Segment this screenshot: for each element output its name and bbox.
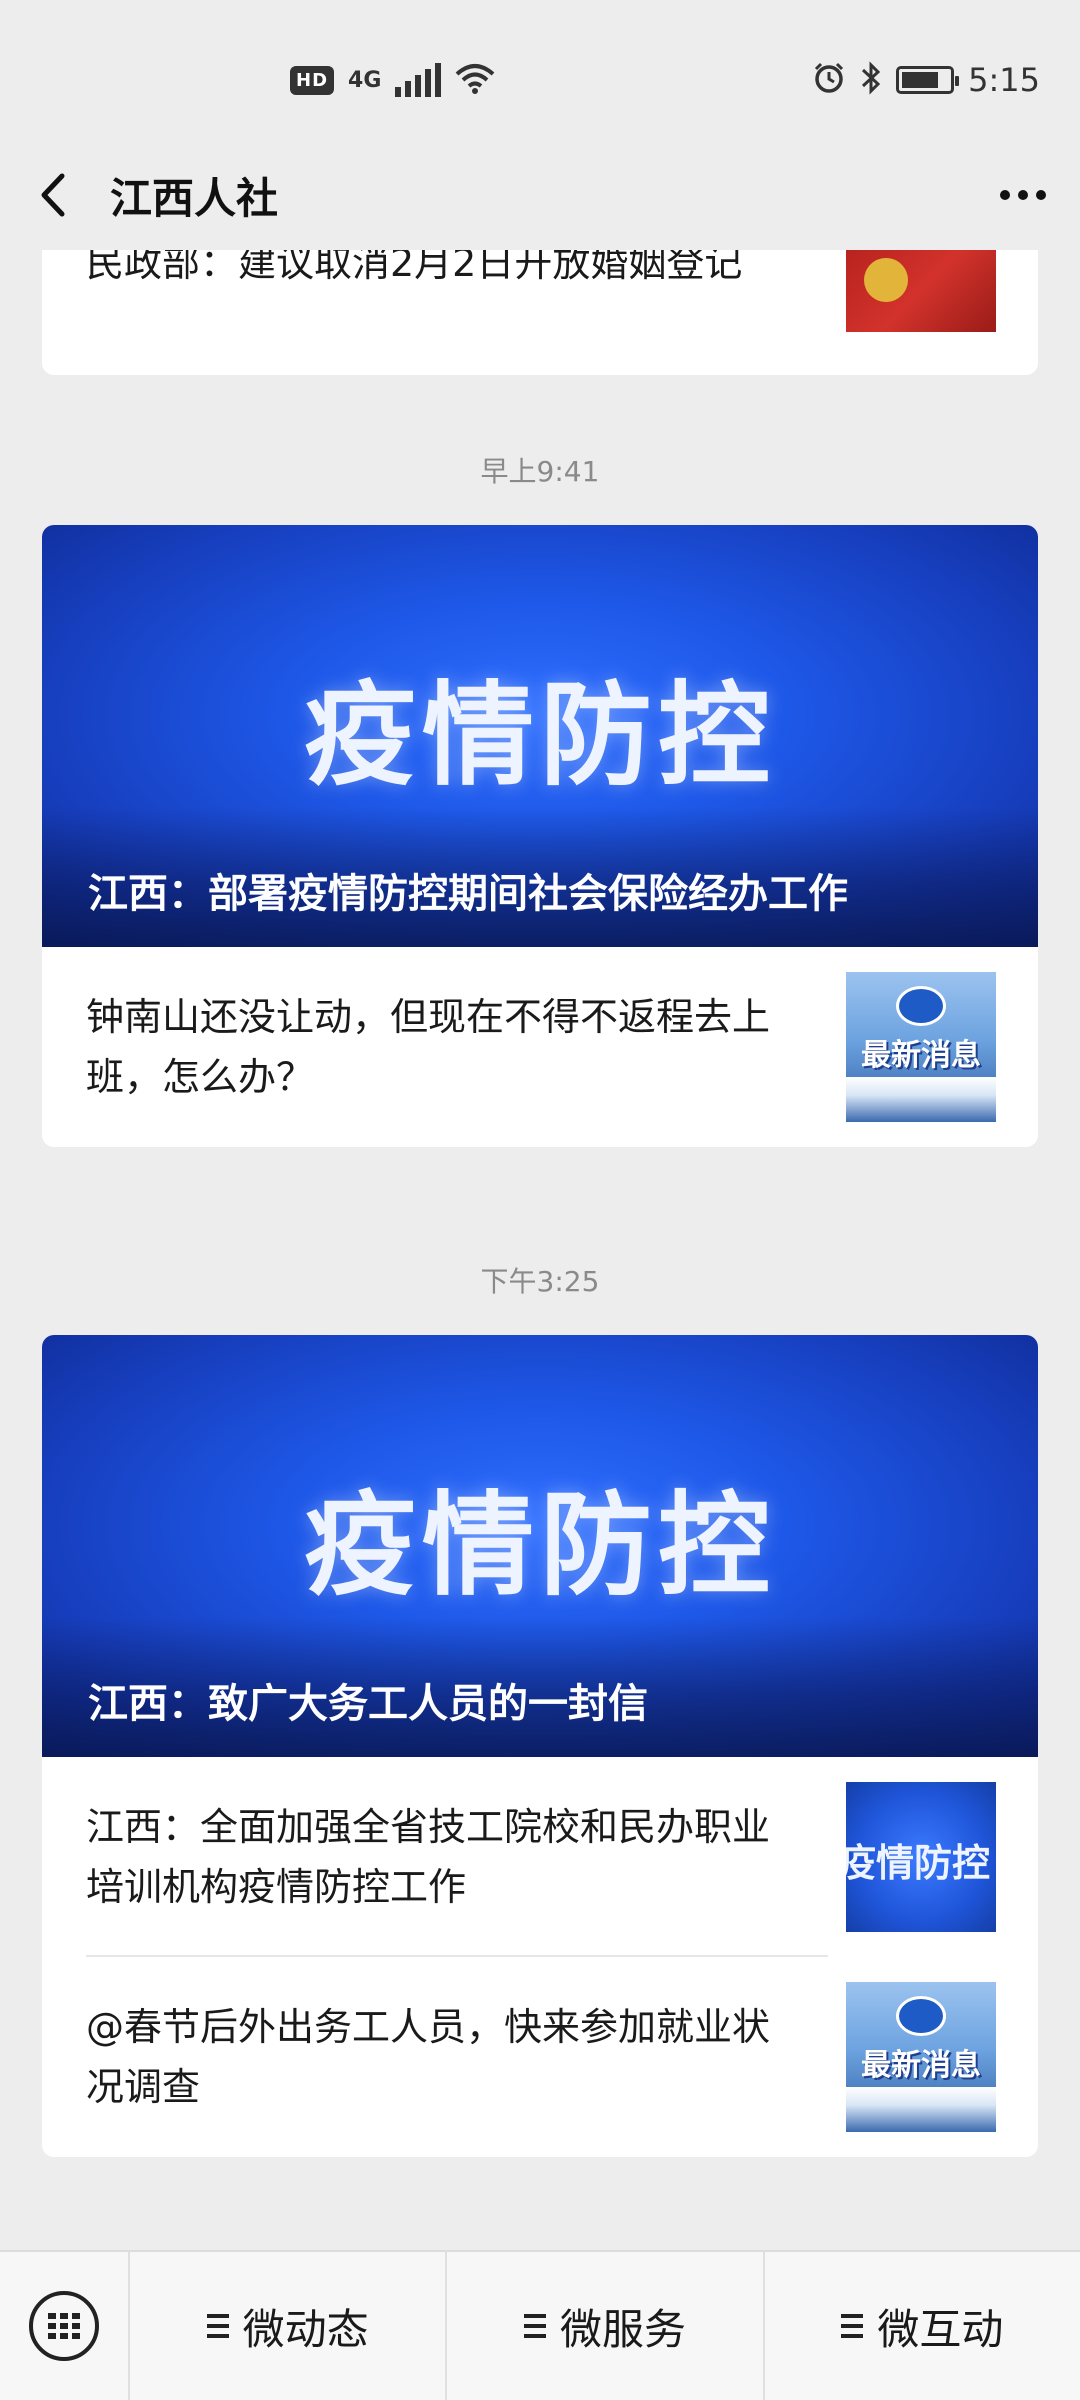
keyboard-toggle-button[interactable] bbox=[0, 2251, 130, 2400]
menu-item-label: 微互动 bbox=[877, 2304, 1004, 2354]
signal-icon bbox=[395, 63, 442, 97]
menu-item-services[interactable]: 微服务 bbox=[447, 2251, 765, 2400]
alarm-icon bbox=[812, 61, 846, 99]
waves-graphic bbox=[846, 1077, 996, 1122]
page-title: 江西人社 bbox=[110, 173, 279, 223]
back-button[interactable] bbox=[34, 170, 74, 220]
wifi-icon bbox=[455, 62, 495, 98]
menu-item-dynamics[interactable]: 微动态 bbox=[130, 2251, 448, 2400]
logo-icon bbox=[896, 1996, 946, 2036]
article-title[interactable]: 钟南山还没让动，但现在不得不返程去上班，怎么办？ bbox=[86, 987, 846, 1107]
clock: 5:15 bbox=[968, 61, 1040, 99]
article-thumbnail[interactable]: 最新消息 bbox=[846, 972, 996, 1122]
list-item[interactable]: 江西：全面加强全省技工院校和民办职业培训机构疫情防控工作 疫情防控 bbox=[42, 1757, 1038, 1957]
cover-article[interactable]: 疫情防控 江西：致广大务工人员的一封信 bbox=[42, 1335, 1038, 1757]
thumbnail-label: 疫情防控 bbox=[846, 1840, 991, 1885]
timestamp: 早上9:41 bbox=[480, 455, 600, 488]
list-item[interactable]: @春节后外出务工人员，快来参加就业状况调查 最新消息 bbox=[42, 1957, 1038, 2157]
article-title[interactable]: 江西：全面加强全省技工院校和民办职业培训机构疫情防控工作 bbox=[86, 1797, 846, 1917]
battery-icon bbox=[896, 66, 960, 94]
bottom-menu: 微动态 微服务 微互动 bbox=[0, 2250, 1080, 2400]
article-thumbnail[interactable]: 疫情防控 bbox=[846, 1782, 996, 1932]
article-title[interactable]: 民政部：建议取消2月2日开放婚姻登记 bbox=[86, 250, 742, 287]
article-card[interactable]: 疫情防控 江西：致广大务工人员的一封信 江西：全面加强全省技工院校和民办职业培训… bbox=[42, 1335, 1038, 2157]
article-title[interactable]: @春节后外出务工人员，快来参加就业状况调查 bbox=[86, 1997, 846, 2117]
app-header: 江西人社 bbox=[0, 140, 1080, 250]
emblem-icon bbox=[864, 258, 908, 302]
status-bar: HD 4G 5:15 bbox=[0, 0, 1080, 160]
chevron-left-icon bbox=[41, 173, 65, 217]
more-button[interactable] bbox=[1000, 190, 1046, 200]
logo-icon bbox=[896, 986, 946, 1026]
cover-banner-text: 疫情防控 bbox=[304, 1480, 776, 1611]
menu-list-icon bbox=[523, 2314, 546, 2338]
menu-item-label: 微动态 bbox=[242, 2304, 369, 2354]
status-left: HD 4G bbox=[290, 62, 495, 98]
menu-list-icon bbox=[206, 2314, 229, 2338]
waves-graphic bbox=[846, 2087, 996, 2132]
status-right: 5:15 bbox=[812, 61, 1040, 99]
article-thumbnail[interactable]: 最新消息 bbox=[846, 1982, 996, 2132]
thumbnail-label: 最新消息 bbox=[861, 2048, 981, 2083]
keyboard-icon bbox=[29, 2291, 99, 2361]
list-item[interactable]: 钟南山还没让动，但现在不得不返程去上班，怎么办？ 最新消息 bbox=[42, 947, 1038, 1147]
cover-title[interactable]: 江西：致广大务工人员的一封信 bbox=[42, 1617, 1038, 1757]
menu-item-interaction[interactable]: 微互动 bbox=[765, 2251, 1080, 2400]
cover-title[interactable]: 江西：部署疫情防控期间社会保险经办工作 bbox=[42, 807, 1038, 947]
cover-article[interactable]: 疫情防控 江西：部署疫情防控期间社会保险经办工作 bbox=[42, 525, 1038, 947]
article-card[interactable]: 疫情防控 江西：部署疫情防控期间社会保险经办工作 钟南山还没让动，但现在不得不返… bbox=[42, 525, 1038, 1147]
timestamp: 下午3:25 bbox=[480, 1265, 600, 1298]
network-type: 4G bbox=[348, 67, 382, 93]
menu-list-icon bbox=[841, 2314, 864, 2338]
article-thumbnail[interactable] bbox=[846, 250, 996, 332]
article-card[interactable]: 民政部：建议取消2月2日开放婚姻登记 bbox=[42, 250, 1038, 375]
hd-badge: HD bbox=[290, 65, 335, 95]
cover-banner-text: 疫情防控 bbox=[304, 670, 776, 801]
bluetooth-icon bbox=[860, 61, 882, 99]
menu-item-label: 微服务 bbox=[559, 2304, 686, 2354]
thumbnail-label: 最新消息 bbox=[861, 1038, 981, 1073]
